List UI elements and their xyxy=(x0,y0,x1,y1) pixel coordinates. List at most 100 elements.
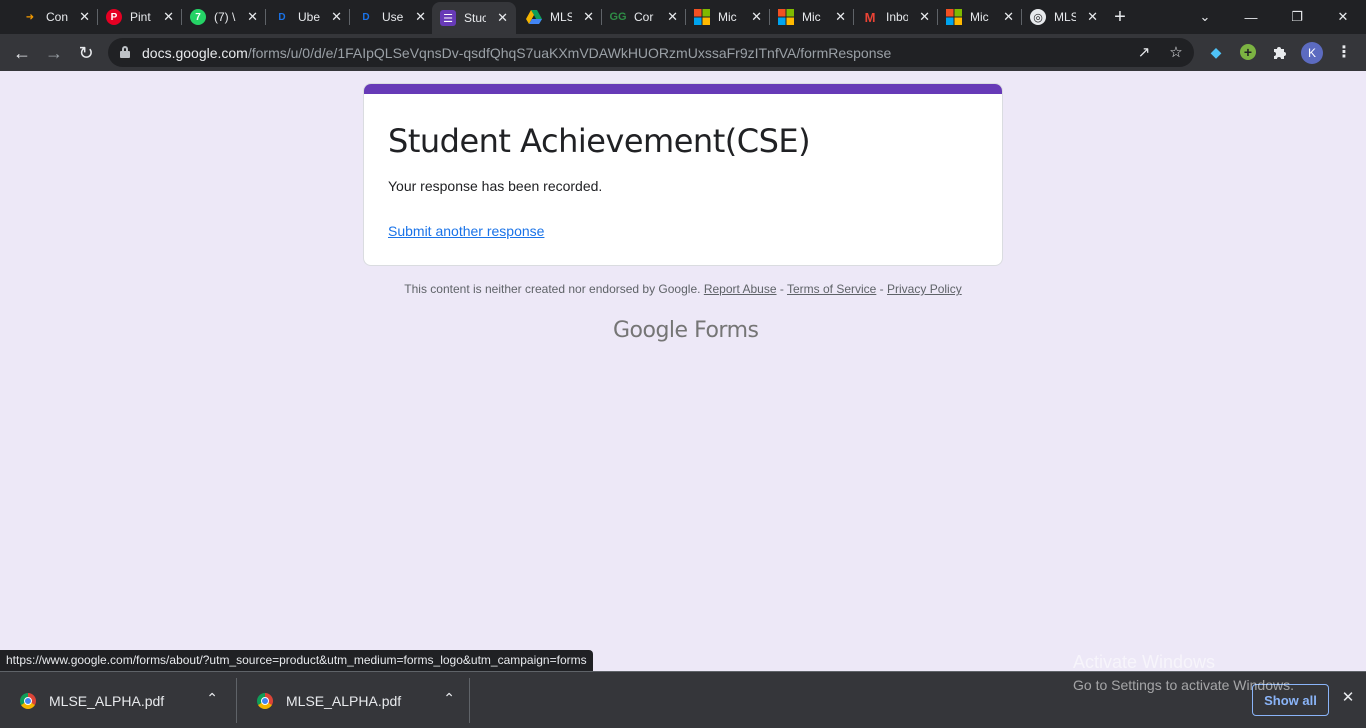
close-icon[interactable]: ✕ xyxy=(497,10,508,26)
chevron-up-icon[interactable]: ⌃ xyxy=(443,690,455,707)
pinterest-icon: P xyxy=(106,9,122,25)
microsoft-icon xyxy=(694,9,710,25)
chevron-up-icon[interactable]: ⌃ xyxy=(206,690,218,707)
shelf-divider xyxy=(469,678,470,723)
terms-of-service-link[interactable]: Terms of Service xyxy=(787,282,876,296)
close-icon[interactable]: ✕ xyxy=(583,9,594,25)
restore-icon[interactable]: ❐ xyxy=(1274,0,1320,34)
microsoft-icon xyxy=(946,9,962,25)
gmail-icon: M xyxy=(864,9,876,25)
close-icon[interactable]: ✕ xyxy=(79,9,90,25)
tab-student-achievement[interactable]: ☰ Stuc ✕ xyxy=(432,2,516,34)
close-icon[interactable]: ✕ xyxy=(667,9,678,25)
forward-arrow-icon[interactable]: → xyxy=(40,39,68,67)
url-host: docs.google.com xyxy=(142,45,248,61)
privacy-policy-link[interactable]: Privacy Policy xyxy=(887,282,962,296)
confirmation-message: Your response has been recorded. xyxy=(388,178,603,194)
minimize-icon[interactable]: — xyxy=(1228,0,1274,34)
tab-label: Use xyxy=(382,10,404,24)
close-icon[interactable]: ✕ xyxy=(751,9,762,25)
reload-icon[interactable]: ↻ xyxy=(72,39,100,67)
google-forms-icon: ☰ xyxy=(440,10,456,26)
download-filename: MLSE_ALPHA.pdf xyxy=(49,692,165,709)
tab-ube[interactable]: D Ube ✕ xyxy=(266,0,350,34)
activate-windows-subtext: Go to Settings to activate Windows. xyxy=(1073,677,1294,693)
google-forms-logo[interactable]: Google Forms xyxy=(613,318,759,343)
dc-logo-icon: D xyxy=(362,11,370,23)
kebab-menu-icon[interactable]: ⋮ xyxy=(1334,42,1354,62)
tab-mls-drive[interactable]: MLS ✕ xyxy=(518,0,602,34)
whatsapp-icon: 7 xyxy=(190,9,206,25)
card-accent-bar xyxy=(364,84,1002,94)
url-path: /forms/u/0/d/e/1FAIpQLSeVqnsDv-qsdfQhqS7… xyxy=(247,45,892,61)
tab-label: Mic xyxy=(970,10,989,24)
tab-label: Cor xyxy=(634,10,654,24)
window-close-icon[interactable]: ✕ xyxy=(1320,0,1366,34)
tab-label: MLS xyxy=(550,10,572,24)
footer-separator: - xyxy=(876,282,888,296)
submit-another-response-link[interactable]: Submit another response xyxy=(388,223,544,239)
chrome-icon xyxy=(257,692,273,709)
profile-avatar[interactable]: K xyxy=(1301,42,1323,64)
tab-use[interactable]: D Use ✕ xyxy=(350,0,434,34)
back-arrow-icon[interactable]: ← xyxy=(8,39,36,67)
tab-con[interactable]: ➜ Con ✕ xyxy=(14,0,98,34)
lock-icon[interactable] xyxy=(120,46,130,58)
diamond-extension-icon[interactable]: ◆ xyxy=(1206,42,1226,62)
close-icon[interactable]: ✕ xyxy=(835,9,846,25)
download-item[interactable]: MLSE_ALPHA.pdf ⌃ xyxy=(0,678,234,723)
browser-toolbar: ← → ↻ docs.google.com/forms/u/0/d/e/1FAI… xyxy=(0,34,1366,71)
shelf-close-icon[interactable]: ✕ xyxy=(1338,688,1358,708)
extensions-puzzle-icon[interactable] xyxy=(1270,42,1290,62)
microsoft-icon xyxy=(778,9,794,25)
disclaimer-text: This content is neither created nor endo… xyxy=(404,282,701,296)
tab-label: Inbo xyxy=(886,10,908,24)
geeksforgeeks-icon: GG xyxy=(609,11,627,23)
download-filename: MLSE_ALPHA.pdf xyxy=(286,692,402,709)
tab-label: Pint xyxy=(130,10,151,24)
report-abuse-link[interactable]: Report Abuse xyxy=(704,282,777,296)
tab-whatsapp[interactable]: 7 (7) \ ✕ xyxy=(182,0,266,34)
tab-label: Ube xyxy=(298,10,320,24)
close-icon[interactable]: ✕ xyxy=(415,9,426,25)
tab-pinterest[interactable]: P Pint ✕ xyxy=(98,0,182,34)
close-icon[interactable]: ✕ xyxy=(163,9,174,25)
form-title: Student Achievement(CSE) xyxy=(388,122,811,160)
close-icon[interactable]: ✕ xyxy=(1003,9,1014,25)
url-text[interactable]: docs.google.com/forms/u/0/d/e/1FAIpQLSeV… xyxy=(142,45,891,61)
close-icon[interactable]: ✕ xyxy=(919,9,930,25)
tab-strip: ➜ Con ✕ P Pint ✕ 7 (7) \ ✕ D Ube ✕ D Use… xyxy=(0,0,1366,34)
tab-label: Con xyxy=(46,10,68,24)
tab-mic-3[interactable]: Mic ✕ xyxy=(938,0,1022,34)
tab-mic-1[interactable]: Mic ✕ xyxy=(686,0,770,34)
arrow-logo-icon: ➜ xyxy=(25,11,35,23)
footer-separator: - xyxy=(776,282,787,296)
address-bar[interactable]: docs.google.com/forms/u/0/d/e/1FAIpQLSeV… xyxy=(108,38,1194,67)
footer-disclaimer: This content is neither created nor endo… xyxy=(0,282,1366,296)
tab-label: Mic xyxy=(802,10,821,24)
close-icon[interactable]: ✕ xyxy=(247,9,258,25)
activate-windows-heading: Activate Windows xyxy=(1073,652,1216,672)
globe-icon: ◎ xyxy=(1030,9,1046,25)
tab-inbox[interactable]: M Inbo ✕ xyxy=(854,0,938,34)
chrome-icon xyxy=(20,692,36,709)
close-icon[interactable]: ✕ xyxy=(331,9,342,25)
tab-mls-web[interactable]: ◎ MLS ✕ xyxy=(1022,0,1106,34)
new-tab-plus-icon[interactable]: + xyxy=(1108,5,1132,29)
bookmark-star-icon[interactable]: ☆ xyxy=(1166,43,1186,63)
form-response-card: Student Achievement(CSE) Your response h… xyxy=(363,83,1003,266)
tab-label: (7) \ xyxy=(214,10,236,24)
tab-label: Stuc xyxy=(464,11,486,25)
close-icon[interactable]: ✕ xyxy=(1087,9,1098,25)
download-item[interactable]: MLSE_ALPHA.pdf ⌃ xyxy=(237,678,471,723)
logo-forms-text: Forms xyxy=(694,318,759,343)
google-drive-icon xyxy=(526,9,542,25)
tab-mic-2[interactable]: Mic ✕ xyxy=(770,0,854,34)
tab-label: MLS xyxy=(1054,10,1076,24)
dc-logo-icon: D xyxy=(278,11,286,23)
tab-cor[interactable]: GG Cor ✕ xyxy=(602,0,686,34)
share-icon[interactable]: ↗ xyxy=(1134,43,1154,63)
tab-search-chevron-icon[interactable]: ⌄ xyxy=(1182,0,1228,34)
green-plus-extension-icon[interactable]: + xyxy=(1238,42,1258,62)
tab-label: Mic xyxy=(718,10,737,24)
